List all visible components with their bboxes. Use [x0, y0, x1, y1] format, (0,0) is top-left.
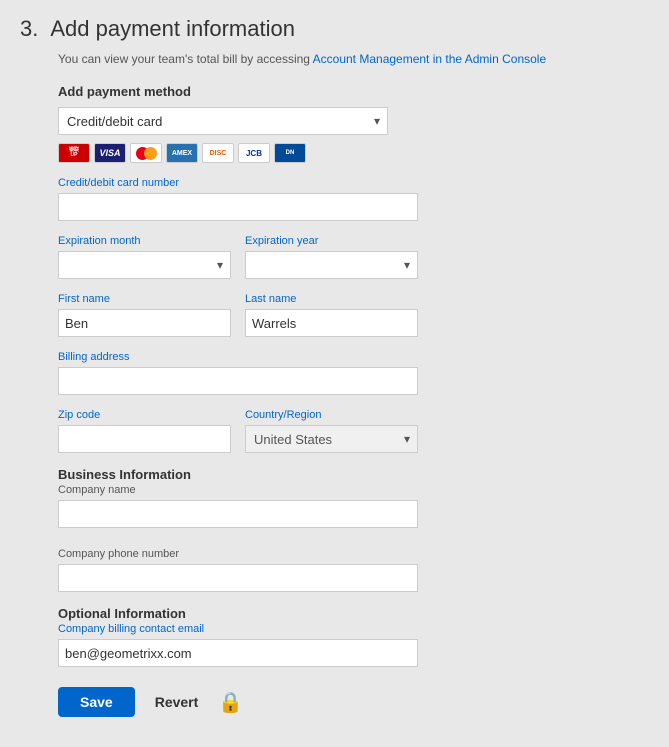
subtitle: You can view your team's total bill by a… — [58, 52, 649, 66]
card-number-input[interactable] — [58, 193, 418, 221]
zip-country-group: Zip code Country/Region United States Ca… — [58, 409, 418, 453]
visa-icon: VISA — [94, 143, 126, 163]
page-header: 3. Add payment information — [20, 16, 649, 42]
company-phone-input[interactable] — [58, 564, 418, 592]
amex-icon: AMEX — [166, 143, 198, 163]
last-name-col: Last name — [245, 293, 418, 337]
company-name-input[interactable] — [58, 500, 418, 528]
billing-address-input[interactable] — [58, 367, 418, 395]
mastercard-icon — [130, 143, 162, 163]
expiration-year-select[interactable]: 2024 2025 2026 2027 2028 2029 2030 — [245, 251, 418, 279]
name-group: First name Last name — [58, 293, 418, 337]
expiration-year-wrapper[interactable]: 2024 2025 2026 2027 2028 2029 2030 — [245, 251, 418, 279]
billing-email-label: Company billing contact email — [58, 623, 418, 635]
bottom-actions: Save Revert 🔒 — [58, 687, 649, 717]
first-name-label: First name — [58, 293, 231, 305]
zip-label: Zip code — [58, 409, 231, 421]
payment-method-select[interactable]: Credit/debit card PayPal Bank transfer — [58, 107, 388, 135]
expiration-month-wrapper[interactable]: 01 - January 02 - February 03 - March 04… — [58, 251, 231, 279]
jcb-icon: JCB — [238, 143, 270, 163]
expiration-year-label: Expiration year — [245, 235, 418, 247]
billing-address-group: Billing address — [58, 351, 418, 395]
first-name-col: First name — [58, 293, 231, 337]
page-title: Add payment information — [50, 16, 295, 42]
step-number: 3. — [20, 16, 38, 42]
form-container: Add payment method Credit/debit card Pay… — [58, 84, 418, 667]
expiration-month-label: Expiration month — [58, 235, 231, 247]
expiration-month-select[interactable]: 01 - January 02 - February 03 - March 04… — [58, 251, 231, 279]
country-select[interactable]: United States Canada United Kingdom Germ… — [245, 425, 418, 453]
unionpay-icon: 银联UP — [58, 143, 90, 163]
save-button[interactable]: Save — [58, 687, 135, 717]
page-container: 3. Add payment information You can view … — [0, 0, 669, 747]
last-name-input[interactable] — [245, 309, 418, 337]
country-select-wrapper[interactable]: United States Canada United Kingdom Germ… — [245, 425, 418, 453]
company-phone-label: Company phone number — [58, 548, 418, 560]
card-number-label: Credit/debit card number — [58, 177, 418, 189]
billing-address-label: Billing address — [58, 351, 418, 363]
last-name-label: Last name — [245, 293, 418, 305]
expiration-group: Expiration month 01 - January 02 - Febru… — [58, 235, 418, 279]
country-col: Country/Region United States Canada Unit… — [245, 409, 418, 453]
expiration-year-col: Expiration year 2024 2025 2026 2027 2028… — [245, 235, 418, 279]
business-section: Business Information Company name Compan… — [58, 467, 418, 592]
lock-icon: 🔒 — [218, 690, 243, 715]
card-number-group: Credit/debit card number — [58, 177, 418, 221]
company-name-label: Company name — [58, 484, 418, 496]
zip-input[interactable] — [58, 425, 231, 453]
country-label: Country/Region — [245, 409, 418, 421]
payment-method-group: Add payment method Credit/debit card Pay… — [58, 84, 418, 163]
payment-method-select-wrapper: Credit/debit card PayPal Bank transfer — [58, 107, 418, 135]
payment-method-label: Add payment method — [58, 84, 418, 99]
optional-section: Optional Information Company billing con… — [58, 606, 418, 667]
optional-section-label: Optional Information — [58, 606, 418, 621]
diners-icon: DN — [274, 143, 306, 163]
admin-console-link[interactable]: Account Management in the Admin Console — [313, 52, 546, 66]
payment-method-dropdown[interactable]: Credit/debit card PayPal Bank transfer — [58, 107, 388, 135]
card-icons: 银联UP VISA AMEX DISC JCB DN — [58, 143, 418, 163]
expiration-month-col: Expiration month 01 - January 02 - Febru… — [58, 235, 231, 279]
first-name-input[interactable] — [58, 309, 231, 337]
business-section-label: Business Information — [58, 467, 418, 482]
discover-icon: DISC — [202, 143, 234, 163]
revert-button[interactable]: Revert — [155, 694, 199, 710]
zip-col: Zip code — [58, 409, 231, 453]
billing-email-input[interactable] — [58, 639, 418, 667]
